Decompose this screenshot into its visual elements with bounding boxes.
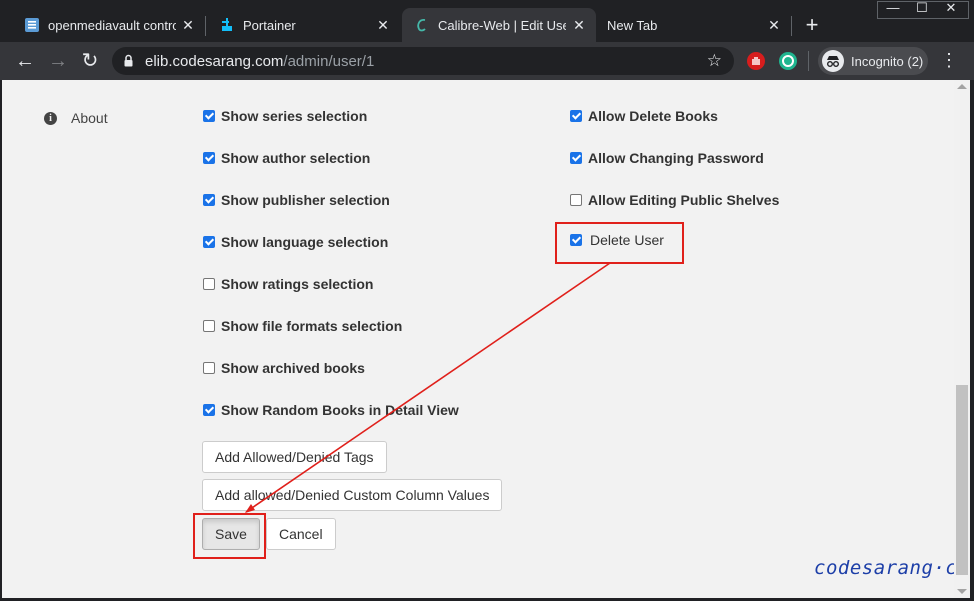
browser-menu-icon[interactable]: ⋮ (940, 51, 958, 69)
checkbox[interactable] (203, 236, 215, 248)
checkbox[interactable] (203, 362, 215, 374)
delete-user-highlight (555, 222, 684, 264)
checkbox-show-file-formats[interactable]: Show file formats selection (203, 318, 402, 334)
portainer-icon (219, 17, 235, 33)
checkbox[interactable] (203, 110, 215, 122)
bookmark-star-icon[interactable]: ☆ (707, 51, 722, 71)
minimize-icon[interactable]: — (878, 0, 908, 18)
tab-calibre-web[interactable]: Calibre-Web | Edit User a ✕ (402, 8, 596, 42)
incognito-icon (822, 50, 844, 72)
checkbox-show-archived[interactable]: Show archived books (203, 360, 365, 376)
tab-strip: openmediavault control ✕ Portainer ✕ Cal… (0, 0, 974, 42)
checkbox-allow-delete-books[interactable]: Allow Delete Books (570, 108, 718, 124)
browser-toolbar: ← → ↻ elib.codesarang.com/admin/user/1 ☆… (0, 42, 974, 80)
calibre-icon (414, 17, 430, 33)
checkbox[interactable] (570, 152, 582, 164)
checkbox-label: Allow Changing Password (588, 150, 764, 166)
adblock-extension-icon[interactable] (747, 52, 765, 70)
checkbox-label: Show file formats selection (221, 318, 403, 334)
incognito-label: Incognito (2) (851, 53, 924, 69)
lock-icon (124, 54, 133, 67)
scroll-down-icon[interactable] (957, 589, 967, 594)
url-text: elib.codesarang.com/admin/user/1 (145, 53, 374, 70)
checkbox-allow-changing-password[interactable]: Allow Changing Password (570, 150, 764, 166)
scrollbar[interactable] (954, 80, 970, 598)
checkbox-label: Show language selection (221, 234, 389, 250)
maximize-icon[interactable]: ☐ (907, 0, 937, 18)
sidebar-item-label: About (71, 110, 108, 126)
incognito-profile-button[interactable]: Incognito (2) (818, 47, 928, 75)
checkbox[interactable] (203, 152, 215, 164)
info-circle-icon: i (44, 111, 57, 125)
sync-extension-icon[interactable] (779, 52, 797, 70)
tab-new-tab[interactable]: New Tab ✕ (596, 8, 791, 42)
checkbox-label: Show archived books (221, 360, 365, 376)
close-tab-icon[interactable]: ✕ (570, 16, 588, 34)
checkbox-label: Allow Editing Public Shelves (588, 192, 780, 208)
checkbox-label: Show ratings selection (221, 276, 374, 292)
omv-icon (24, 17, 40, 33)
add-custom-column-values-button[interactable]: Add allowed/Denied Custom Column Values (202, 479, 503, 511)
add-allowed-denied-tags-button[interactable]: Add Allowed/Denied Tags (202, 441, 387, 473)
cancel-button[interactable]: Cancel (266, 518, 336, 550)
tab-separator (791, 16, 792, 36)
reload-icon[interactable]: ↻ (79, 50, 101, 72)
close-window-icon[interactable]: ✕ (936, 0, 966, 18)
checkbox[interactable] (203, 194, 215, 206)
tab-portainer[interactable]: Portainer ✕ (195, 8, 400, 42)
save-button-highlight (193, 513, 266, 559)
tab-openmediavault[interactable]: openmediavault control ✕ (0, 8, 205, 42)
annotation-arrow (245, 262, 611, 513)
close-tab-icon[interactable]: ✕ (765, 16, 783, 34)
checkbox-label: Show series selection (221, 108, 368, 124)
checkbox-show-series[interactable]: Show series selection (203, 108, 367, 124)
checkbox-label: Allow Delete Books (588, 108, 718, 124)
forward-icon[interactable]: → (47, 50, 69, 72)
checkbox[interactable] (203, 320, 215, 332)
watermark: codesarang·com (814, 557, 970, 579)
checkbox-show-publisher[interactable]: Show publisher selection (203, 192, 390, 208)
url-path: /admin/user/1 (283, 53, 375, 70)
back-icon[interactable]: ← (14, 50, 36, 72)
checkbox[interactable] (203, 278, 215, 290)
tab-title: Portainer (243, 17, 296, 33)
checkbox[interactable] (570, 194, 582, 206)
page-content: i About Show series selection Show autho… (2, 80, 970, 598)
checkbox-show-random-books[interactable]: Show Random Books in Detail View (203, 402, 459, 418)
checkbox[interactable] (203, 404, 215, 416)
address-bar[interactable]: elib.codesarang.com/admin/user/1 ☆ (112, 47, 734, 75)
new-tab-button[interactable]: + (801, 14, 823, 36)
checkbox-label: Show publisher selection (221, 192, 390, 208)
checkbox-label: Show Random Books in Detail View (221, 402, 459, 418)
checkbox-label: Show author selection (221, 150, 371, 166)
scroll-up-icon[interactable] (957, 84, 967, 89)
tab-title: openmediavault control (48, 17, 176, 33)
url-host: elib.codesarang.com (145, 53, 284, 70)
toolbar-separator (808, 51, 809, 71)
checkbox-show-language[interactable]: Show language selection (203, 234, 388, 250)
tab-title: Calibre-Web | Edit User a (438, 17, 566, 33)
sidebar-item-about[interactable]: i About (44, 110, 108, 126)
checkbox-show-author[interactable]: Show author selection (203, 150, 370, 166)
scrollbar-thumb[interactable] (956, 385, 968, 575)
checkbox-allow-editing-public-shelves[interactable]: Allow Editing Public Shelves (570, 192, 779, 208)
checkbox-show-ratings[interactable]: Show ratings selection (203, 276, 373, 292)
tab-title: New Tab (607, 17, 658, 33)
close-tab-icon[interactable]: ✕ (374, 16, 392, 34)
checkbox[interactable] (570, 110, 582, 122)
